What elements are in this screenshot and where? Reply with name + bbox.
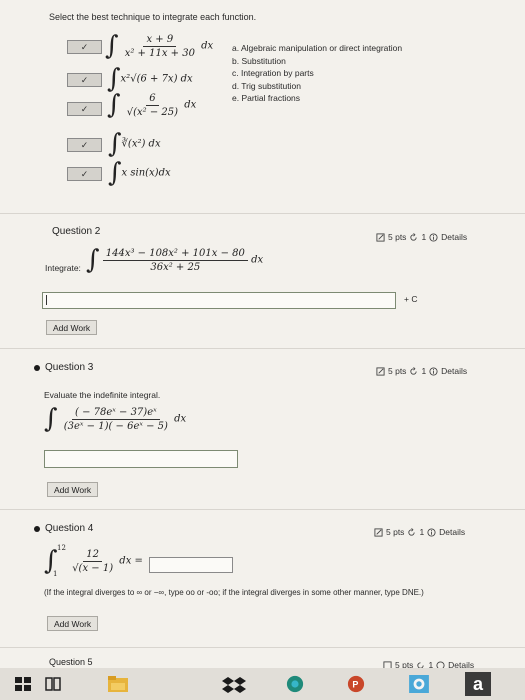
q4-integral: ∫ 12 1 12 √(x − 1) dx = — [44, 544, 143, 578]
q4-title-row: Question 4 — [34, 523, 93, 534]
retry-icon — [410, 232, 418, 241]
q1-select-4[interactable]: ✓ — [67, 138, 102, 152]
q4-title: Question 4 — [45, 523, 94, 534]
q2-prompt: Integrate: — [45, 263, 81, 273]
q2-answer-input[interactable] — [42, 292, 396, 309]
text-cursor — [46, 295, 47, 305]
divider — [0, 348, 525, 349]
svg-text:P: P — [352, 680, 358, 690]
q4-note: (If the integral diverges to ∞ or −∞, ty… — [44, 588, 424, 597]
q1-select-5[interactable]: ✓ — [67, 167, 102, 181]
q3-integral: ∫ ( − 78eˣ − 37)eˣ (3eˣ − 1)( − 6eˣ − 5) … — [44, 404, 187, 434]
edit-icon — [374, 527, 383, 537]
q3-meta: 5 pts 1 Details — [376, 366, 467, 376]
details-link[interactable]: Details — [441, 366, 467, 376]
edit-icon — [376, 366, 385, 376]
bullet-icon — [34, 525, 40, 532]
q1-problem-5: ∫x sin(x)dx — [108, 158, 171, 188]
points-label: 5 pts — [386, 527, 405, 537]
tries-count: 1 — [421, 366, 427, 376]
q1-instruction: Select the best technique to integrate e… — [49, 12, 257, 22]
q3-answer-input[interactable] — [44, 450, 238, 468]
points-label: 5 pts — [388, 366, 407, 376]
info-icon[interactable] — [429, 232, 438, 242]
powerpoint-icon[interactable]: P — [346, 675, 366, 693]
q1-problem-1: ∫ x + 9 x² + 11x + 30 dx — [105, 31, 214, 61]
points-label: 5 pts — [388, 232, 407, 242]
app-a-icon[interactable]: a — [465, 672, 491, 696]
assignment-page: Select the best technique to integrate e… — [0, 0, 525, 670]
q4-add-work-button[interactable]: Add Work — [47, 616, 99, 631]
q4-meta: 5 pts 1 Details — [374, 527, 465, 537]
q1-options: a. Algebraic manipulation or direct inte… — [232, 42, 402, 105]
option-a: a. Algebraic manipulation or direct inte… — [232, 43, 403, 53]
option-d: d. Trig substitution — [232, 80, 301, 91]
retry-icon — [410, 366, 418, 375]
windows-icon[interactable] — [14, 675, 32, 693]
q3-title: Question 3 — [45, 362, 94, 373]
details-link[interactable]: Details — [441, 232, 467, 242]
q2-integral: ∫ 144x³ − 108x² + 101x − 80 36x² + 25 dx — [86, 245, 264, 275]
chevron-down-icon: ✓ — [80, 139, 89, 150]
q2-meta: 5 pts 1 Details — [376, 232, 467, 242]
info-icon[interactable] — [429, 366, 438, 376]
upper-limit: 12 — [57, 544, 66, 552]
dropbox-icon[interactable] — [222, 675, 246, 693]
q3-title-row: Question 3 — [34, 362, 93, 373]
chevron-down-icon: ✓ — [80, 103, 89, 114]
q1-problem-2: ∫x²√(6 + 7x) dx — [107, 64, 193, 94]
divider — [0, 647, 525, 648]
q2-add-work-button[interactable]: Add Work — [46, 320, 98, 335]
chevron-down-icon: ✓ — [80, 74, 89, 85]
divider — [0, 213, 525, 214]
option-c: c. Integration by parts — [232, 68, 314, 78]
bullet-icon — [34, 364, 40, 371]
option-e: e. Partial fractions — [232, 93, 301, 103]
lower-limit: 1 — [53, 570, 58, 578]
q1-select-1[interactable]: ✓ — [67, 40, 102, 54]
edge-icon[interactable] — [285, 675, 305, 693]
file-explorer-icon[interactable] — [107, 675, 129, 693]
q3-add-work-button[interactable]: Add Work — [47, 482, 99, 497]
q1-select-3[interactable]: ✓ — [67, 102, 102, 116]
q1-select-2[interactable]: ✓ — [67, 73, 102, 87]
chevron-down-icon: ✓ — [80, 168, 89, 179]
q2-title: Question 2 — [52, 226, 101, 237]
details-link[interactable]: Details — [439, 527, 465, 537]
edit-icon — [376, 232, 385, 242]
q1-problem-4: ∫∛(x²) dx — [108, 129, 161, 159]
q1-problem-3: ∫ 6 √(x² − 25) dx — [107, 90, 197, 120]
tries-count: 1 — [421, 232, 427, 242]
q5-title: Question 5 — [49, 657, 93, 667]
divider — [0, 509, 525, 510]
option-b: b. Substitution — [232, 55, 286, 66]
info-icon[interactable] — [427, 527, 436, 537]
q3-prompt: Evaluate the indefinite integral. — [44, 390, 161, 400]
tries-count: 1 — [419, 527, 425, 537]
q2-plus-c: + C — [404, 294, 418, 304]
q4-answer-input[interactable] — [149, 557, 233, 573]
chrome-icon[interactable] — [408, 675, 430, 693]
task-view-icon[interactable] — [44, 675, 62, 693]
retry-icon — [408, 527, 416, 536]
chevron-down-icon: ✓ — [80, 41, 89, 52]
taskbar — [0, 668, 525, 700]
